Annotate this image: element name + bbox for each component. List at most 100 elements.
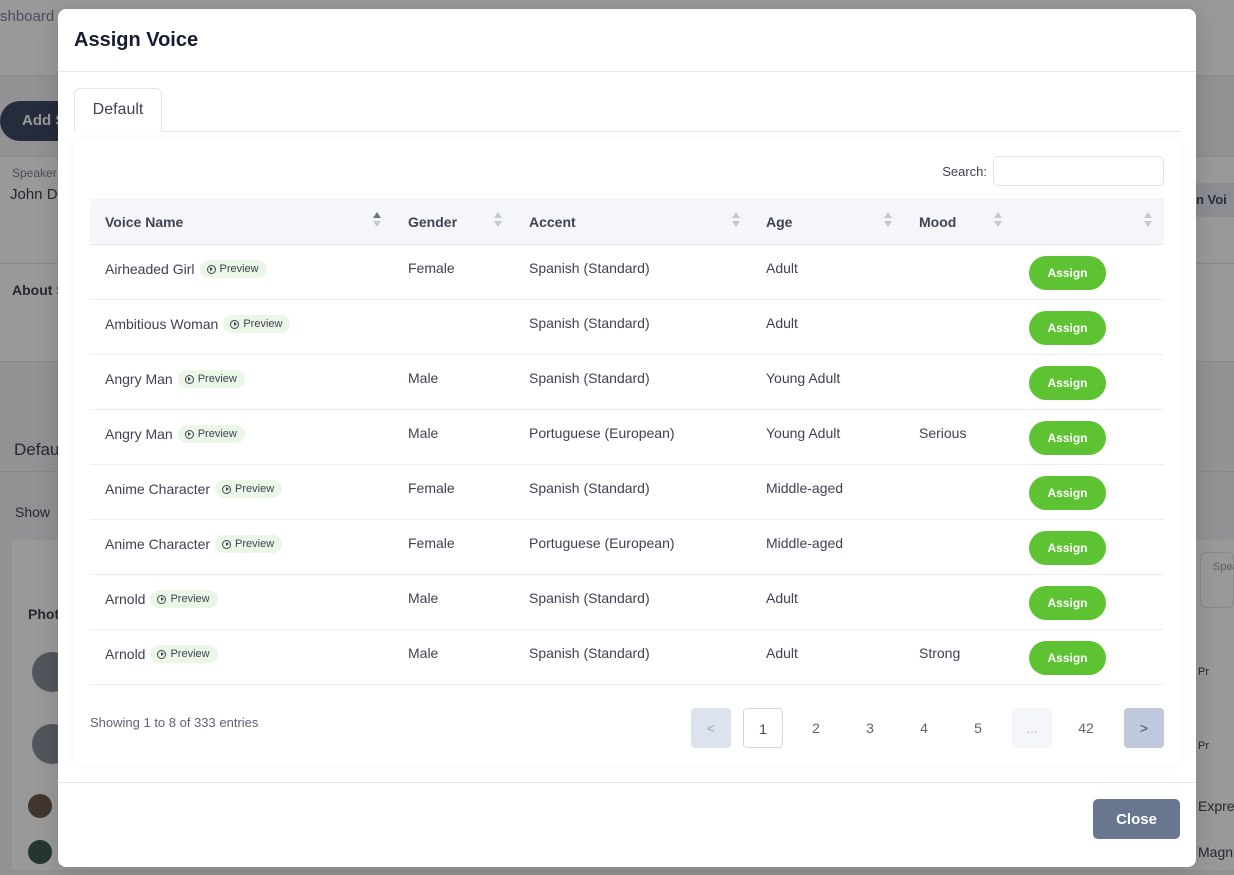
gender-cell: Male	[408, 425, 439, 441]
voice-name: Anime Character	[105, 481, 211, 497]
assign-button[interactable]: Assign	[1029, 366, 1106, 400]
pagination-page-42[interactable]: 42	[1066, 708, 1106, 748]
preview-button[interactable]: Preview	[223, 315, 291, 333]
pagination-page-4[interactable]: 4	[904, 708, 944, 748]
play-circle-icon	[206, 264, 216, 274]
search-input[interactable]	[993, 156, 1164, 186]
gender-cell: Female	[408, 480, 455, 496]
preview-button[interactable]: Preview	[177, 370, 245, 388]
pagination-page-5[interactable]: 5	[958, 708, 998, 748]
preview-button[interactable]: Preview	[150, 645, 218, 663]
preview-label: Preview	[170, 648, 210, 660]
pagination-next-button[interactable]: >	[1124, 708, 1164, 748]
search-label: Search:	[942, 163, 987, 179]
close-button[interactable]: Close	[1093, 799, 1180, 839]
preview-label: Preview	[197, 428, 237, 440]
play-circle-icon	[222, 484, 232, 494]
voice-name-cell: Angry Man Preview	[105, 410, 245, 465]
voice-name-cell: Anime Character Preview	[105, 465, 283, 520]
accent-cell: Spanish (Standard)	[529, 645, 650, 661]
voice-name: Angry Man	[105, 371, 173, 387]
pagination-page-1[interactable]: 1	[743, 708, 783, 748]
preview-label: Preview	[235, 538, 275, 550]
accent-cell: Spanish (Standard)	[529, 260, 650, 276]
voice-name-cell: Arnold Preview	[105, 575, 218, 630]
assign-button[interactable]: Assign	[1029, 476, 1106, 510]
assign-button[interactable]: Assign	[1029, 641, 1106, 675]
preview-button[interactable]: Preview	[215, 535, 283, 553]
modal-footer: Close	[58, 782, 1196, 867]
accent-cell: Portuguese (European)	[529, 425, 675, 441]
pagination-page-3[interactable]: 3	[850, 708, 890, 748]
voice-name-cell: Angry Man Preview	[105, 355, 245, 410]
pagination-prev-button[interactable]: <	[691, 708, 731, 748]
pagination-page-2[interactable]: 2	[796, 708, 836, 748]
mood-cell: Serious	[919, 425, 967, 441]
voice-name-cell: Anime Character Preview	[105, 520, 283, 575]
modal-header: Assign Voice	[58, 9, 1196, 72]
voice-name: Anime Character	[105, 536, 211, 552]
play-circle-icon	[230, 319, 240, 329]
assign-voice-modal: Assign Voice Default Search: Voice Name …	[58, 9, 1196, 867]
voice-name: Ambitious Woman	[105, 316, 219, 332]
sort-icon	[884, 212, 892, 230]
accent-cell: Portuguese (European)	[529, 535, 675, 551]
preview-button[interactable]: Preview	[199, 260, 267, 278]
gender-cell: Female	[408, 260, 455, 276]
preview-button[interactable]: Preview	[177, 425, 245, 443]
age-cell: Young Adult	[766, 425, 841, 441]
mood-cell: Strong	[919, 645, 961, 661]
age-cell: Young Adult	[766, 370, 841, 386]
play-circle-icon	[157, 594, 167, 604]
column-header-age[interactable]: Age	[766, 198, 886, 245]
column-header-actions[interactable]	[1015, 198, 1155, 245]
preview-label: Preview	[243, 318, 283, 330]
assign-button[interactable]: Assign	[1029, 531, 1106, 565]
sort-icon	[1144, 212, 1152, 230]
play-circle-icon	[184, 429, 194, 439]
assign-button[interactable]: Assign	[1029, 421, 1106, 455]
modal-tabs: Default	[74, 88, 1180, 132]
search-box: Search:	[942, 156, 1164, 186]
sort-icon	[373, 212, 381, 230]
pagination-ellipsis: ...	[1012, 708, 1052, 748]
column-header-label: Mood	[919, 214, 957, 230]
age-cell: Adult	[766, 260, 798, 276]
preview-button[interactable]: Preview	[150, 590, 218, 608]
assign-button[interactable]: Assign	[1029, 256, 1106, 290]
voice-name-cell: Airheaded Girl Preview	[105, 245, 267, 300]
age-cell: Adult	[766, 590, 798, 606]
age-cell: Middle-aged	[766, 535, 844, 551]
voice-name: Arnold	[105, 646, 146, 662]
column-header-accent[interactable]: Accent	[529, 198, 749, 245]
play-circle-icon	[184, 374, 194, 384]
table-row: Ambitious Woman Preview Spanish (Standar…	[90, 300, 1164, 355]
assign-button[interactable]: Assign	[1029, 586, 1106, 620]
play-circle-icon	[157, 649, 167, 659]
age-cell: Adult	[766, 645, 798, 661]
gender-cell: Female	[408, 535, 455, 551]
gender-cell: Male	[408, 645, 439, 661]
table-row: Arnold Preview Male Spanish (Standard) A…	[90, 630, 1164, 685]
sort-icon	[494, 212, 502, 230]
table-info: Showing 1 to 8 of 333 entries	[90, 715, 259, 730]
column-header-voice-name[interactable]: Voice Name	[105, 198, 395, 245]
column-header-label: Age	[766, 214, 793, 230]
tab-default[interactable]: Default	[74, 88, 162, 132]
column-header-label: Accent	[529, 214, 576, 230]
voices-table-card: Search: Voice Name Gender Accent Age Moo…	[74, 140, 1180, 765]
assign-button[interactable]: Assign	[1029, 311, 1106, 345]
voice-name: Airheaded Girl	[105, 261, 195, 277]
play-circle-icon	[222, 539, 232, 549]
preview-label: Preview	[235, 483, 275, 495]
table-row: Angry Man Preview Male Spanish (Standard…	[90, 355, 1164, 410]
preview-label: Preview	[170, 593, 210, 605]
gender-cell: Male	[408, 590, 439, 606]
accent-cell: Spanish (Standard)	[529, 590, 650, 606]
accent-cell: Spanish (Standard)	[529, 480, 650, 496]
voice-name-cell: Arnold Preview	[105, 630, 218, 685]
voice-name: Arnold	[105, 591, 146, 607]
preview-button[interactable]: Preview	[215, 480, 283, 498]
table-row: Anime Character Preview Female Portugues…	[90, 520, 1164, 575]
modal-title: Assign Voice	[74, 29, 199, 51]
